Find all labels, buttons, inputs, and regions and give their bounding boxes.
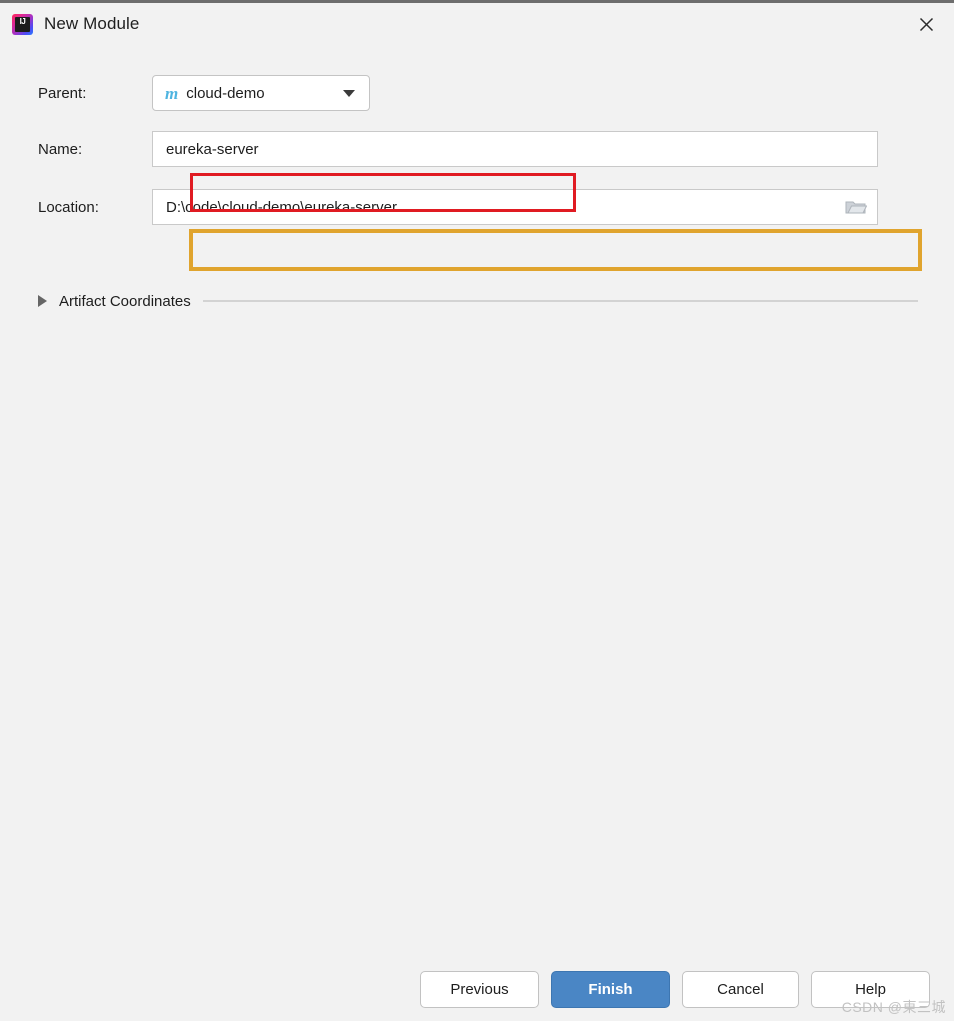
location-input-value: D:\code\cloud-demo\eureka-server — [166, 198, 397, 216]
location-field-highlight-annotation — [189, 229, 922, 271]
section-divider — [202, 300, 918, 302]
close-icon — [919, 17, 933, 31]
location-row: Location: D:\code\cloud-demo\eureka-serv… — [0, 186, 954, 228]
new-module-dialog: IJ New Module Parent: m cloud-demo Name:… — [0, 0, 954, 1021]
artifact-coordinates-label: Artifact Coordinates — [59, 292, 191, 310]
parent-combobox[interactable]: m cloud-demo — [152, 75, 370, 111]
intellij-idea-icon-letters: IJ — [19, 16, 26, 26]
name-input-value: eureka-server — [166, 140, 259, 158]
folder-icon[interactable] — [845, 198, 867, 216]
parent-label: Parent: — [38, 84, 87, 102]
name-row: Name: eureka-server — [0, 129, 954, 169]
dialog-title: New Module — [44, 14, 140, 33]
name-label: Name: — [38, 140, 83, 158]
artifact-coordinates-section[interactable]: Artifact Coordinates — [38, 288, 918, 314]
previous-button[interactable]: Previous — [420, 970, 539, 1008]
triangle-right-icon — [38, 295, 47, 307]
location-label: Location: — [38, 198, 99, 216]
help-button[interactable]: Help — [811, 970, 930, 1008]
location-input[interactable]: D:\code\cloud-demo\eureka-server — [152, 189, 878, 225]
parent-selected-value: cloud-demo — [186, 84, 265, 102]
intellij-idea-icon: IJ — [12, 13, 33, 35]
cancel-button[interactable]: Cancel — [682, 970, 799, 1008]
name-input[interactable]: eureka-server — [152, 131, 878, 167]
maven-module-icon: m — [165, 83, 179, 103]
chevron-down-icon — [343, 89, 355, 97]
dialog-footer: Previous Finish Cancel Help — [0, 957, 954, 1021]
close-button[interactable] — [898, 3, 954, 45]
finish-button[interactable]: Finish — [551, 970, 670, 1008]
parent-row: Parent: m cloud-demo — [0, 73, 954, 113]
dialog-titlebar: IJ New Module — [0, 3, 954, 45]
dialog-content: Parent: m cloud-demo Name: eureka-server… — [0, 45, 954, 1021]
